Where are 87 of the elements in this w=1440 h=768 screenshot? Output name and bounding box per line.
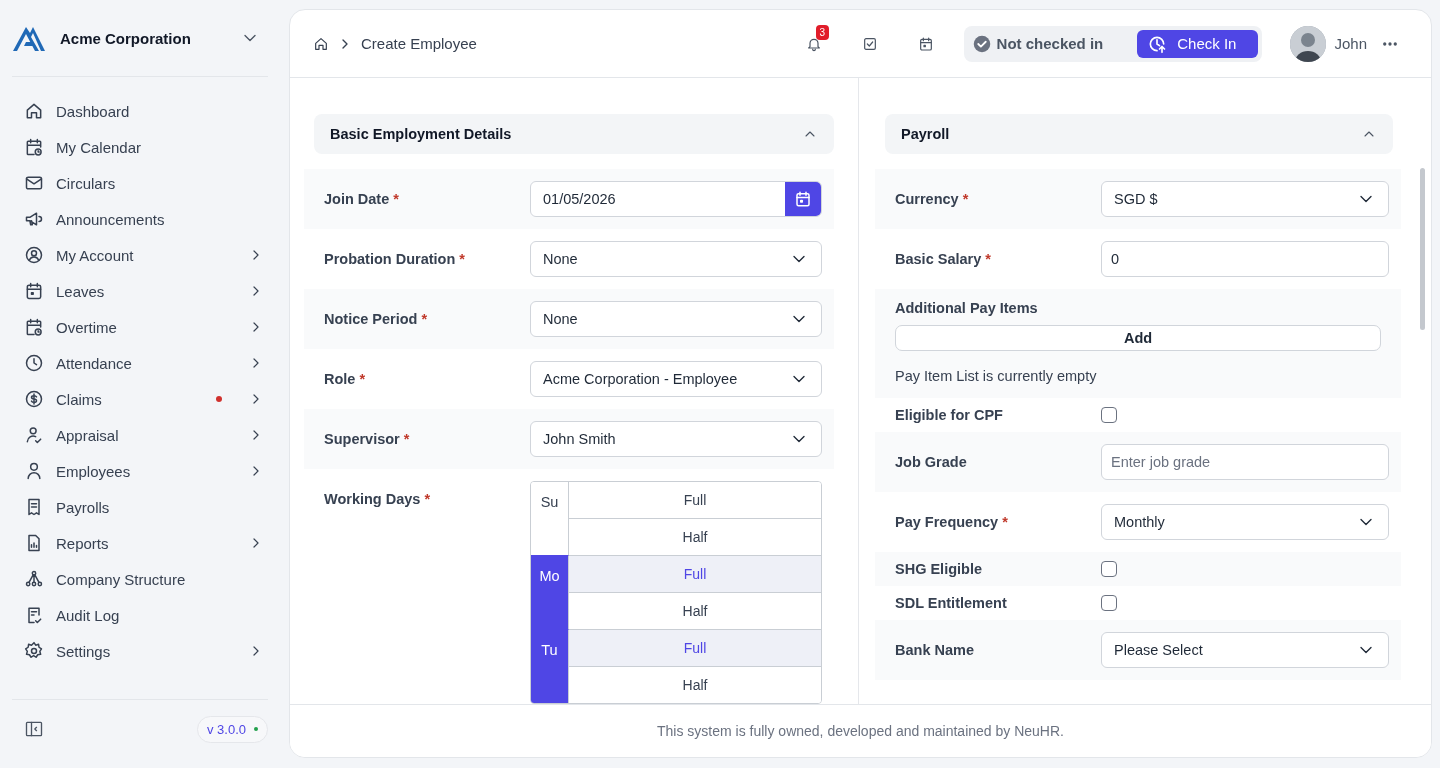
sidebar-item[interactable]: Employees	[24, 453, 268, 489]
day-option[interactable]: Half	[569, 666, 821, 703]
section-title: Basic Employment Details	[330, 126, 512, 142]
field-label: Bank Name	[895, 641, 975, 659]
day-toggle[interactable]: Mo	[531, 555, 569, 629]
user-icon	[24, 461, 44, 481]
sidebar-collapse-icon[interactable]	[24, 719, 44, 739]
select-field[interactable]: SGD $	[1101, 181, 1389, 217]
field-label: Currency *	[895, 190, 970, 208]
sidebar-item[interactable]: Company Structure	[24, 561, 268, 597]
check-square-icon[interactable]	[861, 35, 878, 52]
user-circle-icon	[24, 245, 44, 265]
sidebar-item[interactable]: Attendance	[24, 345, 268, 381]
field-label: Notice Period *	[324, 310, 429, 328]
user-check-icon	[24, 425, 44, 445]
hierarchy-icon	[24, 569, 44, 589]
check-circle-icon	[972, 34, 991, 53]
field-label: Job Grade	[895, 453, 968, 471]
select-field[interactable]: Please Select	[1101, 632, 1389, 668]
field-label: Basic Salary *	[895, 250, 992, 268]
sidebar-item[interactable]: Leaves	[24, 273, 268, 309]
scrollbar[interactable]	[1420, 168, 1425, 330]
status-text: Not checked in	[996, 35, 1104, 52]
day-toggle[interactable]: Su	[531, 482, 569, 555]
select-field[interactable]: John Smith	[530, 421, 822, 457]
home-icon	[24, 101, 44, 121]
calendar-icon	[24, 281, 44, 301]
field-label: Working Days *	[324, 490, 432, 508]
sidebar-item[interactable]: Audit Log	[24, 597, 268, 633]
gear-icon	[24, 641, 44, 661]
mail-icon	[24, 173, 44, 193]
status-dot	[254, 727, 258, 731]
sidebar-item[interactable]: Settings	[24, 633, 268, 669]
select-field[interactable]: Monthly	[1101, 504, 1389, 540]
sidebar-item[interactable]: Circulars	[24, 165, 268, 201]
checkbox[interactable]	[1101, 407, 1117, 423]
version-text: v 3.0.0	[206, 721, 246, 737]
field-label: SHG Eligible	[895, 560, 983, 578]
megaphone-icon	[24, 209, 44, 229]
sidebar-item[interactable]: Payrolls	[24, 489, 268, 525]
calendar-clock-icon	[24, 137, 44, 157]
calendar-icon	[794, 190, 812, 208]
select-field[interactable]: None	[530, 241, 822, 277]
company-name: Acme Corporation	[60, 29, 192, 47]
section-header[interactable]: Basic Employment Details	[314, 114, 834, 154]
input-field[interactable]: Enter job grade	[1101, 444, 1389, 480]
select-field[interactable]: None	[530, 301, 822, 337]
checkbox[interactable]	[1101, 561, 1117, 577]
clock-icon	[24, 353, 44, 373]
field-label: Probation Duration *	[324, 250, 466, 268]
avatar[interactable]	[1290, 25, 1327, 62]
input-field[interactable]: 0	[1101, 241, 1389, 277]
sidebar-item[interactable]: My Calendar	[24, 129, 268, 165]
section-title: Payroll	[901, 126, 950, 142]
sidebar-item[interactable]: Announcements	[24, 201, 268, 237]
field-label: Supervisor *	[324, 430, 411, 448]
check-in-button[interactable]: Check In	[1137, 29, 1259, 58]
sidebar-item[interactable]: My Account	[24, 237, 268, 273]
calendar-clock-icon	[24, 317, 44, 337]
dollar-icon	[24, 389, 44, 409]
sidebar-item[interactable]: Appraisal	[24, 417, 268, 453]
field-label: Additional Pay Items	[895, 299, 1039, 317]
field-label: Eligible for CPF	[895, 406, 1004, 424]
home-icon[interactable]	[313, 35, 329, 52]
empty-message: Pay Item List is currently empty	[895, 368, 1098, 384]
user-name[interactable]: John	[1334, 35, 1367, 52]
field-label: Join Date *	[324, 190, 400, 208]
date-field[interactable]: 01/05/2026	[530, 181, 822, 217]
sidebar-item[interactable]: Claims	[24, 381, 268, 417]
field-label: SDL Entitlement	[895, 594, 1008, 612]
add-button[interactable]: Add	[895, 325, 1381, 351]
day-option[interactable]: Full	[569, 555, 821, 592]
day-option[interactable]: Full	[569, 629, 821, 666]
day-toggle[interactable]: Tu	[531, 629, 569, 703]
section-header[interactable]: Payroll	[885, 114, 1393, 154]
field-label: Pay Frequency *	[895, 513, 1009, 531]
sidebar-item[interactable]: Dashboard	[24, 93, 268, 129]
footer-text: This system is fully owned, developed and maintained by NeuHR.	[657, 723, 1064, 739]
notification-badge: 3	[815, 24, 830, 40]
breadcrumb-current: Create Employee	[361, 35, 477, 52]
select-field[interactable]: Acme Corporation - Employee	[530, 361, 822, 397]
field-label: Role *	[324, 370, 367, 388]
calendar-icon[interactable]	[917, 35, 934, 52]
sidebar-item[interactable]: Reports	[24, 525, 268, 561]
checkbox[interactable]	[1101, 595, 1117, 611]
sidebar-item[interactable]: Overtime	[24, 309, 268, 345]
calendar-button[interactable]	[785, 182, 821, 216]
